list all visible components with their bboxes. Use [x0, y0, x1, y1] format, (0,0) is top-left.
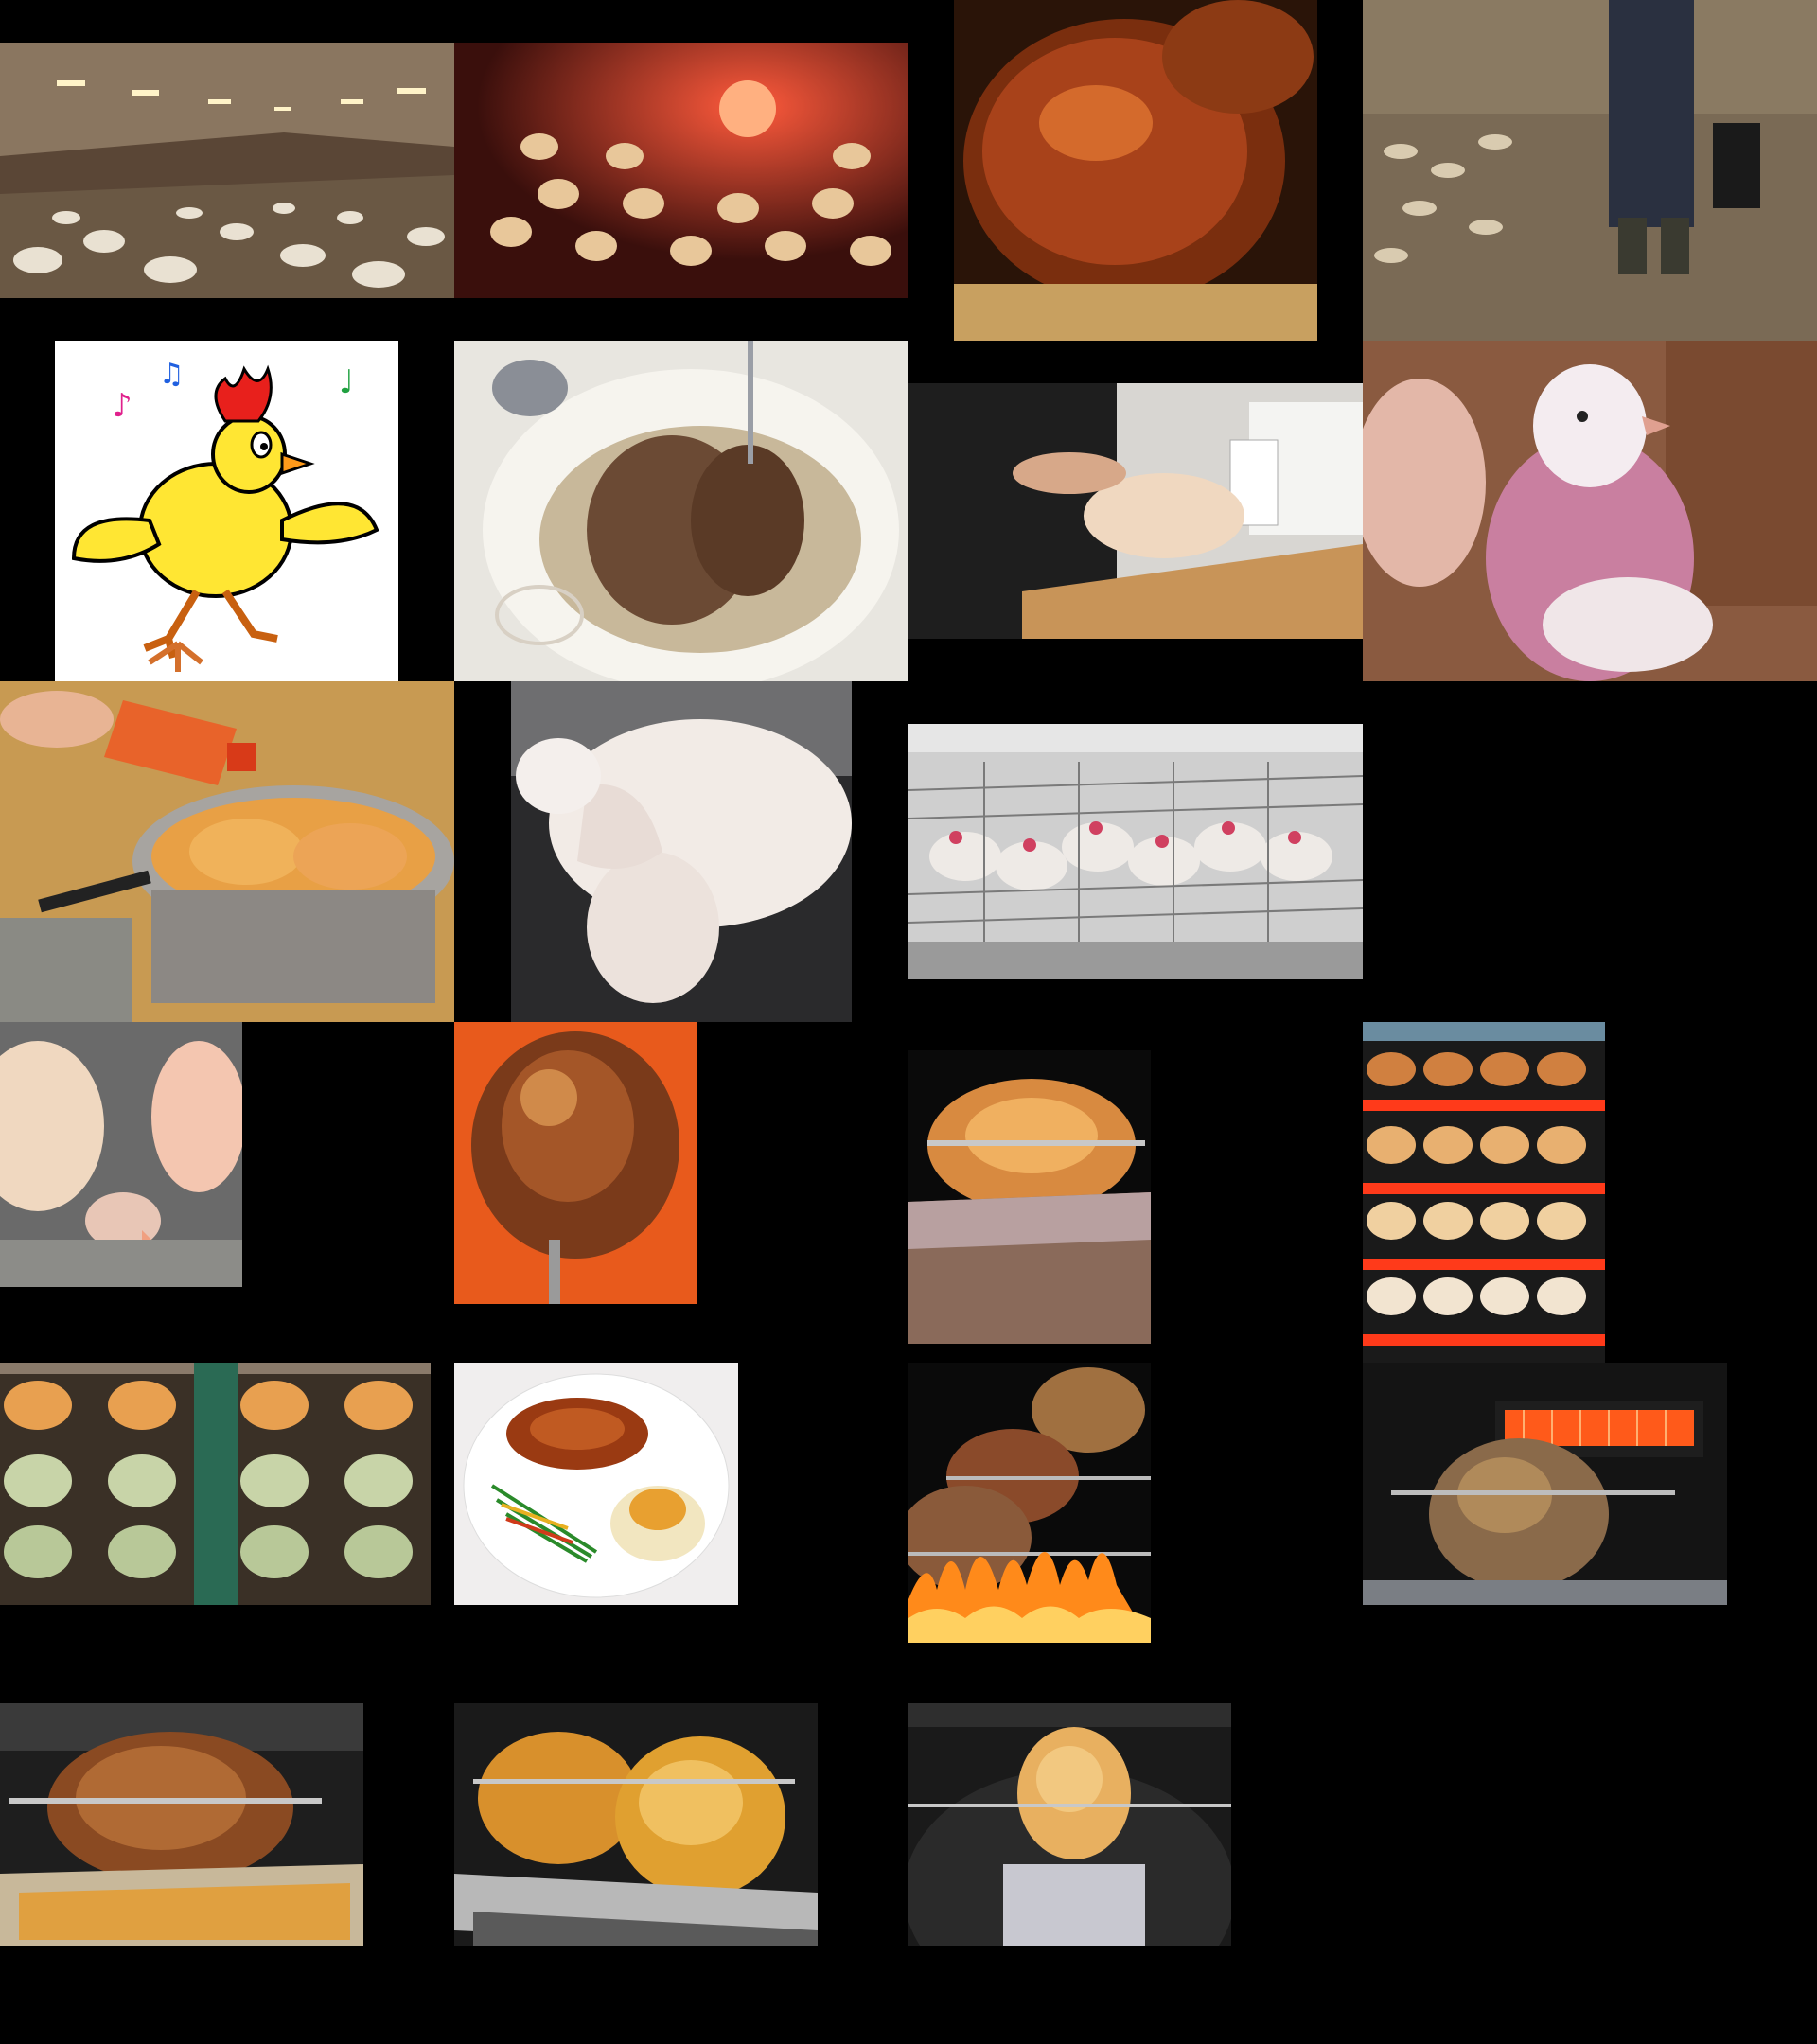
- grill-rotisserie-drip-pan-photo[interactable]: [0, 1703, 363, 1946]
- image-results-grid: ♪ ♫ ♩: [0, 0, 1817, 2044]
- caged-hens-photo[interactable]: [908, 724, 1363, 979]
- braised-chicken-on-plate-photo[interactable]: [454, 341, 908, 681]
- rotisserie-oven-rows-photo[interactable]: [1363, 1022, 1605, 1363]
- rotisserie-display-rows-photo[interactable]: [0, 1363, 431, 1605]
- dancing-chicken-cartoon[interactable]: ♪ ♫ ♩: [55, 341, 398, 681]
- seasoning-chicken-in-pot-photo[interactable]: [0, 681, 454, 1022]
- poultry-barn-photo[interactable]: [0, 43, 454, 298]
- preparing-raw-chicken-photo[interactable]: [908, 383, 1363, 639]
- rotisserie-chicken-on-spit-photo[interactable]: [908, 1050, 1151, 1344]
- farmer-in-broiler-house-photo[interactable]: [1363, 0, 1817, 341]
- raw-chickens-on-tray-photo[interactable]: [0, 1022, 242, 1287]
- gas-grill-rotisserie-photo[interactable]: [1363, 1363, 1727, 1605]
- kettle-grill-rotisserie-photo[interactable]: [908, 1703, 1231, 1946]
- chicks-under-heat-lamp-photo[interactable]: [454, 43, 908, 298]
- music-note: ♪: [112, 387, 132, 425]
- two-chickens-on-spit-photo[interactable]: [454, 1703, 818, 1946]
- music-note: ♫: [159, 358, 185, 391]
- featherless-chicken-held-photo[interactable]: [1363, 341, 1817, 681]
- rotisserie-over-flames-photo[interactable]: [908, 1363, 1151, 1643]
- music-note: ♩: [339, 363, 354, 401]
- roast-chicken-dinner-plate-photo[interactable]: [454, 1363, 738, 1605]
- glazed-roast-chicken-photo[interactable]: [954, 0, 1317, 341]
- rotisserie-chicken-orange-backdrop-photo[interactable]: [454, 1022, 697, 1304]
- raw-whole-chicken-photo[interactable]: [511, 681, 852, 1022]
